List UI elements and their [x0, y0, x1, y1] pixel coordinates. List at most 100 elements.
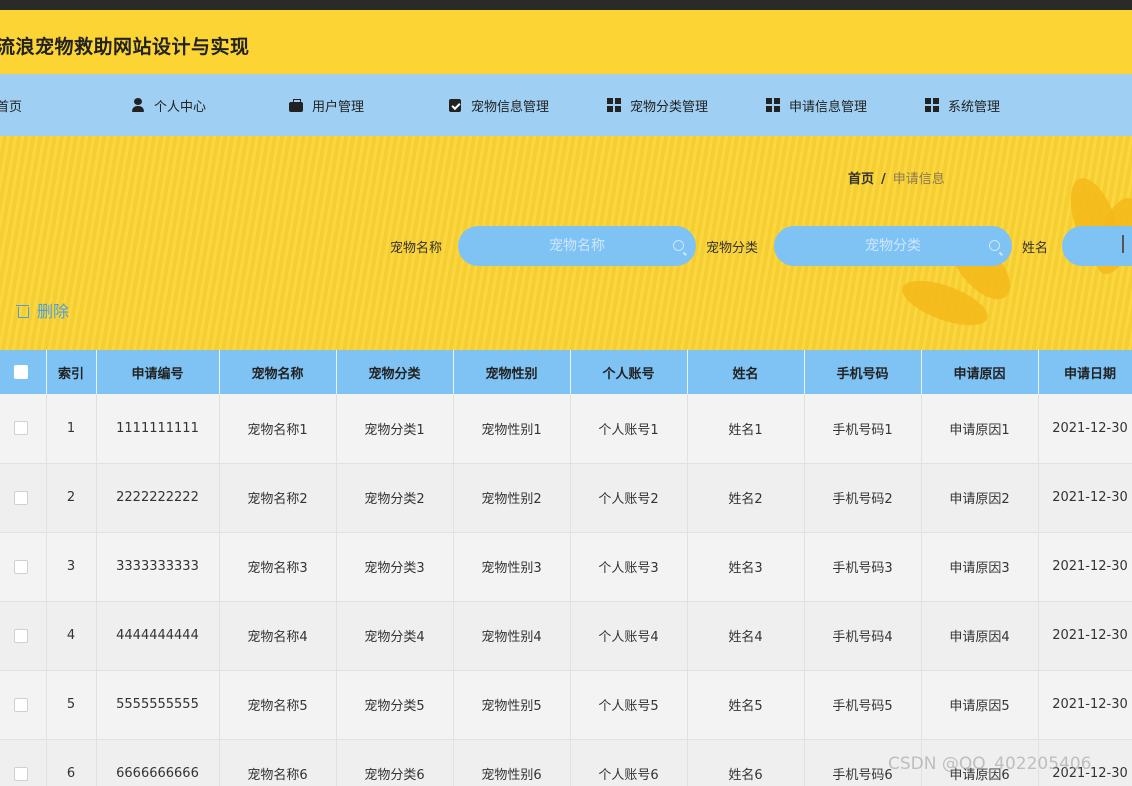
delete-button[interactable]: 删除: [16, 298, 69, 322]
nav-item-label: 用户管理: [312, 99, 365, 115]
pet-name-search-input[interactable]: [458, 226, 696, 266]
grid-icon: [607, 98, 621, 112]
breadcrumb: 首页 / 申请信息: [848, 168, 945, 187]
table-row[interactable]: 3 3333333333 宠物名称3 宠物分类3 宠物性别3 个人账号3 姓名3…: [0, 532, 1132, 602]
table-row[interactable]: 4 4444444444 宠物名称4 宠物分类4 宠物性别4 个人账号4 姓名4…: [0, 601, 1132, 671]
column-header[interactable]: 索引: [46, 350, 97, 394]
column-header[interactable]: 宠物性别: [453, 350, 571, 394]
row-select-cell: [0, 739, 47, 786]
column-header[interactable]: 手机号码: [804, 350, 922, 394]
table-row[interactable]: 1 1111111111 宠物名称1 宠物分类1 宠物性别1 个人账号1 姓名1…: [0, 394, 1132, 464]
row-checkbox[interactable]: [13, 421, 28, 436]
table-cell: 个人账号6: [570, 739, 688, 786]
table-cell: 手机号码4: [804, 601, 922, 671]
table-cell: 2021-12-30: [1038, 670, 1132, 740]
table-cell: 2021-12-30: [1038, 394, 1132, 464]
table-cell: 申请原因3: [921, 532, 1039, 602]
site-header: 流浪宠物救助网站设计与实现: [0, 10, 1132, 74]
nav-item-system[interactable]: 系统管理: [925, 74, 1000, 136]
nav-item-users[interactable]: 用户管理: [289, 74, 364, 136]
nav-item-applications[interactable]: 申请信息管理: [766, 74, 867, 136]
table-cell: 2: [46, 463, 97, 533]
nav-item-label: 宠物分类管理: [630, 99, 709, 115]
table-cell: 姓名5: [687, 670, 805, 740]
name-label: 姓名: [1022, 241, 1049, 256]
table-cell: 宠物分类6: [336, 739, 454, 786]
nav-item-label: 首页: [0, 99, 23, 115]
delete-button-label: 删除: [37, 302, 70, 321]
table-cell: 手机号码5: [804, 670, 922, 740]
table-cell: 宠物名称1: [219, 394, 337, 464]
breadcrumb-current: 申请信息: [892, 172, 945, 187]
table-cell: 姓名2: [687, 463, 805, 533]
column-header[interactable]: 个人账号: [570, 350, 688, 394]
table-cell: 3333333333: [96, 532, 220, 602]
column-header[interactable]: 申请日期: [1038, 350, 1132, 394]
row-select-cell: [0, 532, 47, 602]
table-cell: 申请原因5: [921, 670, 1039, 740]
table-cell: 申请原因1: [921, 394, 1039, 464]
table-cell: 6666666666: [96, 739, 220, 786]
table-row[interactable]: 2 2222222222 宠物名称2 宠物分类2 宠物性别2 个人账号2 姓名2…: [0, 463, 1132, 533]
site-title: 流浪宠物救助网站设计与实现: [0, 36, 250, 58]
clipboard-icon: [448, 98, 462, 112]
applications-table: 索引 申请编号 宠物名称 宠物分类 宠物性别 个人账号 姓名 手机号码 申请原因…: [0, 350, 1132, 786]
table-cell: 宠物分类3: [336, 532, 454, 602]
column-header[interactable]: 宠物分类: [336, 350, 454, 394]
table-cell: 个人账号5: [570, 670, 688, 740]
table-cell: 手机号码3: [804, 532, 922, 602]
table-cell: 宠物性别5: [453, 670, 571, 740]
table-cell: 宠物分类4: [336, 601, 454, 671]
nav-item-label: 申请信息管理: [789, 99, 868, 115]
column-header[interactable]: 申请编号: [96, 350, 220, 394]
watermark: CSDN @QQ_402205406: [888, 754, 1092, 774]
table-cell: 手机号码1: [804, 394, 922, 464]
nav-item-pet-info[interactable]: 宠物信息管理: [448, 74, 549, 136]
user-icon: [131, 98, 145, 112]
table-cell: 宠物分类2: [336, 463, 454, 533]
table-cell: 2021-12-30: [1038, 601, 1132, 671]
row-checkbox[interactable]: [13, 490, 28, 505]
column-header[interactable]: 姓名: [687, 350, 805, 394]
table-cell: 个人账号2: [570, 463, 688, 533]
row-checkbox[interactable]: [13, 766, 28, 781]
table-cell: 姓名1: [687, 394, 805, 464]
briefcase-icon: [289, 98, 303, 112]
table-cell: 宠物名称2: [219, 463, 337, 533]
table-cell: 2222222222: [96, 463, 220, 533]
select-all-checkbox[interactable]: [13, 365, 28, 379]
text-cursor-icon: [1122, 235, 1130, 253]
table-row[interactable]: 5 5555555555 宠物名称5 宠物分类5 宠物性别5 个人账号5 姓名5…: [0, 670, 1132, 740]
table-cell: 申请原因2: [921, 463, 1039, 533]
nav-item-home[interactable]: 首页: [0, 74, 22, 136]
nav-item-pet-category[interactable]: 宠物分类管理: [607, 74, 708, 136]
table-cell: 宠物名称4: [219, 601, 337, 671]
table-cell: 宠物名称3: [219, 532, 337, 602]
column-header[interactable]: 申请原因: [921, 350, 1039, 394]
pet-category-search-input[interactable]: [774, 226, 1012, 266]
table-cell: 宠物分类1: [336, 394, 454, 464]
table-cell: 宠物名称6: [219, 739, 337, 786]
row-checkbox[interactable]: [13, 628, 28, 643]
search-icon: [989, 240, 1000, 251]
table-cell: 姓名4: [687, 601, 805, 671]
nav-item-profile[interactable]: 个人中心: [131, 74, 206, 136]
table-cell: 2021-12-30: [1038, 532, 1132, 602]
grid-icon: [766, 98, 780, 112]
table-cell: 1111111111: [96, 394, 220, 464]
table-cell: 宠物性别1: [453, 394, 571, 464]
grid-icon: [925, 98, 939, 112]
table-cell: 宠物性别3: [453, 532, 571, 602]
table-cell: 4444444444: [96, 601, 220, 671]
breadcrumb-home[interactable]: 首页: [848, 172, 874, 187]
row-checkbox[interactable]: [13, 559, 28, 574]
table-cell: 个人账号1: [570, 394, 688, 464]
table-cell: 宠物分类5: [336, 670, 454, 740]
row-checkbox[interactable]: [13, 697, 28, 712]
table-cell: 个人账号3: [570, 532, 688, 602]
row-select-cell: [0, 670, 47, 740]
table-cell: 宠物性别4: [453, 601, 571, 671]
nav-item-label: 系统管理: [948, 99, 1001, 115]
column-header[interactable]: 宠物名称: [219, 350, 337, 394]
table-cell: 6: [46, 739, 97, 786]
